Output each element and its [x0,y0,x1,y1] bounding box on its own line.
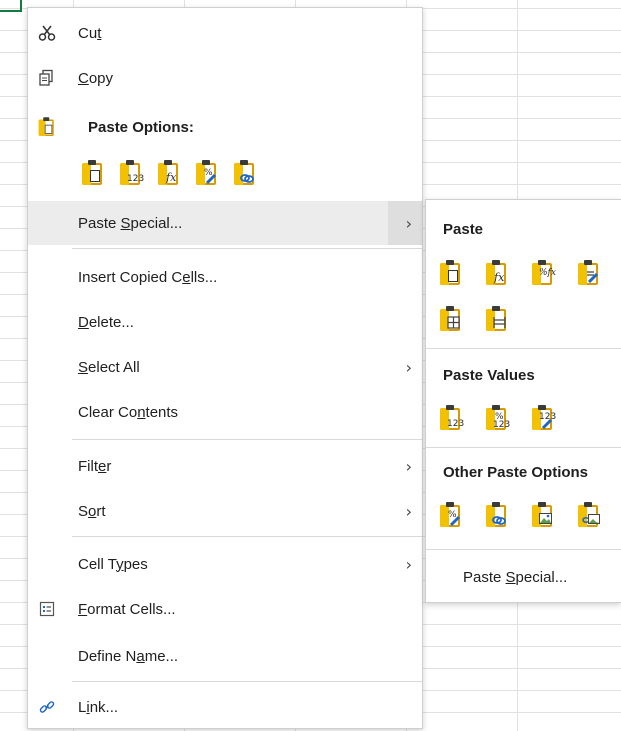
paste-picture-icon[interactable] [532,502,554,528]
paste-keep-source-formatting-icon[interactable] [578,260,600,286]
menu-item-link[interactable]: Link... [28,685,422,729]
divider [72,536,422,537]
cell-selection-border [20,0,22,12]
paste-formatting-icon[interactable]: % [440,502,462,528]
menu-item-cell-types[interactable]: Cell Types › [28,542,422,586]
chevron-right-icon: › [405,554,412,574]
filter-label: Filter [78,457,112,475]
other-paste-options-icons-row: % [440,502,600,528]
divider [72,248,422,249]
cell-selection-border [0,10,22,12]
cut-label: Cut [78,24,102,42]
paste-icon[interactable] [82,160,104,186]
paste-formulas-icon[interactable]: fx [486,260,508,286]
paste-values-icons-row: 123 % 123 123 [440,405,556,431]
paste-formulas-icon[interactable]: fx [158,160,180,186]
paste-values-source-formatting-icon[interactable]: 123 [532,405,556,431]
divider [426,549,621,550]
menu-item-format-cells[interactable]: Format Cells... [28,587,422,631]
paste-icons-row-2 [440,306,508,332]
paste-icon[interactable] [440,260,462,286]
chevron-right-icon: › [405,501,412,521]
link-label: Link... [78,698,119,716]
cell-types-label: Cell Types [78,555,148,573]
submenu-paste-special-item[interactable]: Paste Special... [463,569,567,586]
context-menu: Cut Copy Paste Options: 123 fx % Paste S… [27,7,423,729]
link-icon [36,696,58,718]
menu-item-clear-contents[interactable]: Clear Contents [28,390,422,434]
menu-item-cut[interactable]: Cut [28,11,422,55]
format-cells-icon [36,598,58,620]
paste-special-submenu: Paste fx %fx Paste Values 123 % 123 123 O… [425,199,621,603]
paste-formulas-number-formatting-icon[interactable]: %fx [532,260,556,286]
menu-item-delete[interactable]: Delete... [28,300,422,344]
paste-icons-row: fx %fx [440,260,600,286]
paste-options-label: Paste Options: [88,118,194,136]
paste-link-icon[interactable] [234,160,256,186]
paste-no-borders-icon[interactable] [440,306,462,332]
divider [426,447,621,448]
chevron-right-icon: › [405,357,412,377]
chevron-right-icon: › [405,213,412,233]
menu-item-select-all[interactable]: Select All › [28,345,422,389]
paste-keep-column-widths-icon[interactable] [486,306,508,332]
delete-label: Delete... [78,313,134,331]
menu-item-sort[interactable]: Sort › [28,489,422,533]
insert-copied-cells-label: Insert Copied Cells... [78,268,218,286]
paste-special-label: Paste Special... [78,214,183,232]
define-name-label: Define Name... [78,647,179,665]
paste-values-icon[interactable]: 123 [120,160,144,186]
paste-icon [36,116,58,138]
divider [72,681,422,682]
other-paste-options-header: Other Paste Options [443,464,589,481]
paste-linked-picture-icon[interactable] [578,502,600,528]
copy-icon [36,67,58,89]
paste-options-row: 123 fx % [82,160,256,186]
menu-item-define-name[interactable]: Define Name... [28,634,422,678]
select-all-label: Select All [78,358,140,376]
paste-section-header: Paste [443,221,484,238]
copy-label: Copy [78,69,114,87]
divider [426,348,621,349]
paste-formatting-icon[interactable]: % [196,160,218,186]
format-cells-label: Format Cells... [78,600,176,618]
paste-options-header: Paste Options: [28,105,422,149]
sort-label: Sort [78,502,106,520]
divider [72,439,422,440]
menu-item-filter[interactable]: Filter › [28,444,422,488]
menu-item-insert-copied-cells[interactable]: Insert Copied Cells... [28,255,422,299]
menu-item-paste-special[interactable]: Paste Special... › [28,201,422,245]
paste-link-icon[interactable] [486,502,508,528]
menu-item-copy[interactable]: Copy [28,56,422,100]
paste-values-icon[interactable]: 123 [440,405,464,431]
paste-values-section-header: Paste Values [443,367,535,384]
paste-values-number-formatting-icon[interactable]: % 123 [486,405,510,431]
scissors-icon [36,22,58,44]
chevron-right-icon: › [405,456,412,476]
clear-contents-label: Clear Contents [78,403,179,421]
